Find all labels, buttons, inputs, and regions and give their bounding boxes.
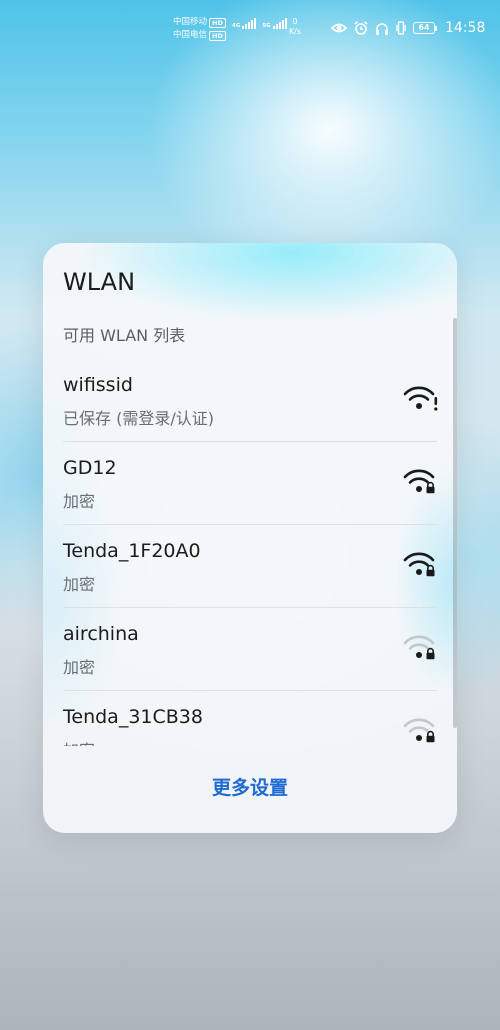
- network-item-airchina[interactable]: airchina 加密: [43, 607, 457, 691]
- battery-level: 64: [413, 22, 435, 34]
- more-settings-button[interactable]: 更多设置: [43, 763, 457, 813]
- wlan-panel: WLAN 可用 WLAN 列表 wifissid 已保存 (需登录/认证) GD…: [43, 243, 457, 833]
- network-status: 加密: [63, 575, 96, 594]
- network-type-label: 5G: [262, 23, 271, 29]
- network-item-tenda-1f20a0[interactable]: Tenda_1F20A0 加密: [43, 524, 457, 608]
- vibrate-icon: [396, 21, 406, 35]
- network-speed: 0 K/s: [286, 17, 304, 37]
- network-ssid: GD12: [63, 457, 117, 479]
- network-status: 加密: [63, 737, 95, 746]
- panel-title: WLAN: [63, 268, 136, 296]
- status-icons: 64 14:58: [331, 20, 485, 36]
- carrier-line-2: 中国电信 HD: [173, 29, 226, 42]
- alarm-clock-icon: [354, 21, 368, 35]
- network-item-gd12[interactable]: GD12 加密: [43, 441, 457, 525]
- battery-icon: 64: [413, 22, 437, 34]
- network-ssid: Tenda_1F20A0: [63, 540, 201, 562]
- network-status: 加密: [63, 658, 96, 677]
- status-bar: 中国移动 HD 中国电信 HD 4G 5G 0 K/s 64 14:58: [0, 0, 500, 60]
- headphones-icon: [376, 22, 388, 35]
- carrier-line-1: 中国移动 HD: [173, 16, 226, 29]
- wifi-lock-icon: [403, 635, 435, 660]
- speed-unit: K/s: [288, 27, 302, 36]
- network-ssid: airchina: [63, 623, 139, 645]
- wifi-lock-icon: [403, 469, 435, 494]
- hd-badge: HD: [209, 17, 226, 28]
- wifi-alert-icon: [403, 386, 438, 411]
- network-type-label: 4G: [232, 23, 241, 29]
- eye-icon: [331, 23, 347, 33]
- network-ssid: wifissid: [63, 374, 133, 396]
- wifi-lock-icon: [403, 718, 435, 743]
- network-list[interactable]: wifissid 已保存 (需登录/认证) GD12 加密 Tenda_1F20…: [43, 358, 457, 746]
- wifi-lock-icon: [403, 552, 435, 577]
- network-ssid: Tenda_31CB38: [63, 706, 203, 728]
- speed-value: 0: [292, 17, 298, 26]
- scrollbar[interactable]: [453, 318, 457, 728]
- cellular-signals: 4G 5G: [232, 18, 287, 29]
- cellular-signal-icon: 4G: [232, 18, 257, 29]
- clock: 14:58: [445, 20, 486, 36]
- hd-badge: HD: [209, 30, 226, 41]
- network-status: 已保存 (需登录/认证): [63, 409, 214, 428]
- carrier-name-1: 中国移动: [173, 17, 208, 27]
- carrier-info: 中国移动 HD 中国电信 HD: [173, 16, 226, 42]
- carrier-name-2: 中国电信: [173, 30, 208, 40]
- network-item-wifissid[interactable]: wifissid 已保存 (需登录/认证): [43, 358, 457, 442]
- available-networks-label: 可用 WLAN 列表: [63, 326, 186, 345]
- network-status: 加密: [63, 492, 96, 511]
- cellular-signal-icon: 5G: [262, 18, 287, 29]
- network-item-tenda-31cb38[interactable]: Tenda_31CB38 加密: [43, 690, 457, 746]
